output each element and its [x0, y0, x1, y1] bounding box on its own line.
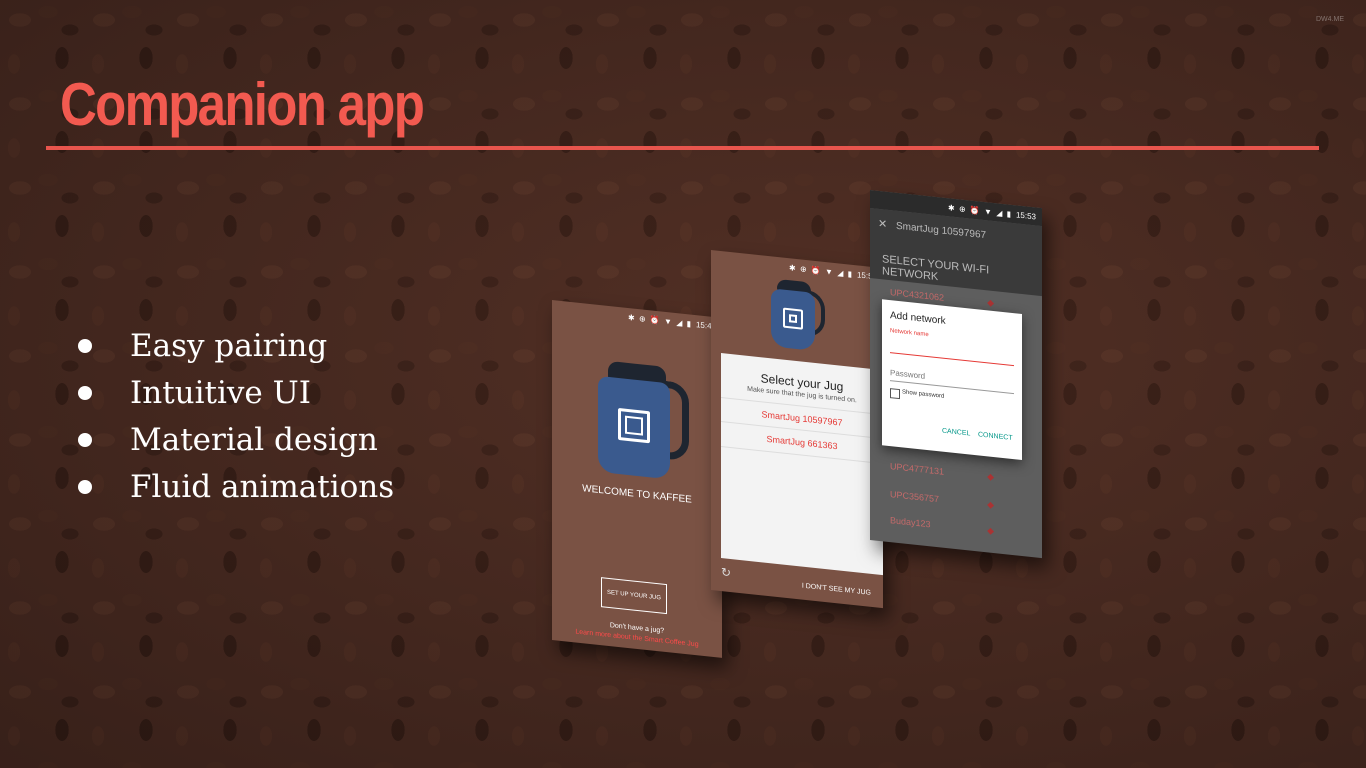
- slide-background: DW4.ME Companion app Easy pairing Intuit…: [0, 0, 1366, 768]
- bullet-icon: [78, 479, 92, 494]
- phone-wifi-screen: ✱ ⊕ ⏰ ▼ ◢ ▮ 15:53 ✕ SmartJug 10597967 SE…: [870, 190, 1042, 559]
- bullet-icon: [78, 338, 92, 353]
- show-password-label: Show password: [902, 389, 945, 400]
- phone-welcome-screen: ✱ ⊕ ⏰ ▼ ◢ ▮ 15:48 WELCOME TO KAFFEE SET …: [552, 300, 722, 658]
- network-name: UPC356757: [890, 489, 940, 505]
- kaffee-jug-logo-icon: [771, 278, 831, 356]
- status-icons: ✱ ⊕ ⏰ ▼ ◢ ▮: [948, 202, 1012, 219]
- status-icons: ✱ ⊕ ⏰ ▼ ◢ ▮: [789, 262, 853, 279]
- chip-icon: [618, 407, 650, 444]
- feature-label: Material design: [130, 421, 378, 458]
- bullet-icon: [78, 432, 92, 447]
- feature-item: Material design: [76, 416, 394, 463]
- feature-item: Intuitive UI: [76, 369, 394, 416]
- feature-item: Easy pairing: [76, 322, 394, 369]
- dont-see-jug-button[interactable]: I DON'T SEE MY JUG: [802, 583, 871, 597]
- slide-title: Companion app: [60, 71, 425, 138]
- network-name: Buday123: [890, 515, 931, 530]
- kaffee-jug-logo-icon: [598, 360, 698, 491]
- status-time: 15:53: [1015, 209, 1036, 221]
- wifi-lock-icon: ◆: [987, 524, 994, 536]
- status-bar: ✱ ⊕ ⏰ ▼ ◢ ▮ 15:48: [552, 300, 722, 336]
- cancel-button[interactable]: CANCEL: [942, 428, 970, 438]
- add-network-dialog: Add network Network name Show password C…: [882, 299, 1022, 460]
- connect-button[interactable]: CONNECT: [978, 431, 1013, 442]
- feature-label: Fluid animations: [130, 468, 395, 505]
- feature-item: Fluid animations: [76, 463, 394, 510]
- feature-label: Easy pairing: [130, 327, 328, 364]
- wifi-lock-icon: ◆: [987, 498, 994, 510]
- dialog-title: Add network: [890, 310, 946, 327]
- close-icon[interactable]: ✕: [878, 217, 887, 231]
- setup-jug-button[interactable]: SET UP YOUR JUG: [601, 577, 667, 615]
- network-name-input[interactable]: [890, 336, 1014, 367]
- refresh-icon[interactable]: ↻: [721, 565, 731, 580]
- status-icons: ✱ ⊕ ⏰ ▼ ◢ ▮: [628, 312, 692, 329]
- show-password-checkbox[interactable]: [890, 388, 900, 400]
- feature-list: Easy pairing Intuitive UI Material desig…: [76, 322, 394, 510]
- wifi-lock-icon: ◆: [987, 470, 994, 482]
- wifi-lock-icon: ◆: [987, 296, 994, 308]
- phone-select-jug-screen: ✱ ⊕ ⏰ ▼ ◢ ▮ 15:51 Select your Jug Make s…: [711, 250, 883, 609]
- jug-name: SmartJug 10597967: [896, 220, 987, 242]
- chip-icon: [783, 307, 803, 330]
- feature-label: Intuitive UI: [130, 374, 312, 411]
- bullet-icon: [78, 385, 92, 400]
- select-jug-card: Select your Jug Make sure that the jug i…: [721, 353, 883, 576]
- watermark: DW4.ME: [1316, 16, 1344, 23]
- network-name: UPC4777131: [890, 461, 945, 477]
- title-divider: [46, 146, 1319, 150]
